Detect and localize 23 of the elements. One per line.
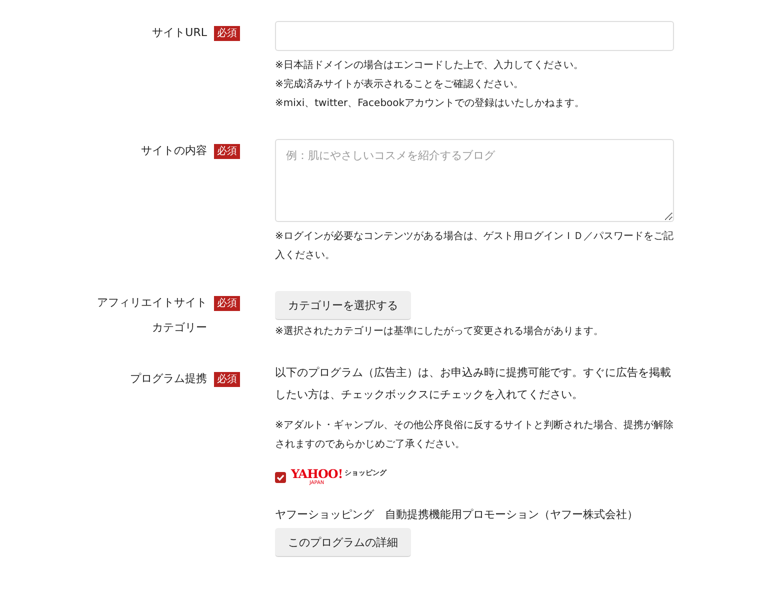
- note-text: ※日本語ドメインの場合はエンコードした上で、入力してください。: [275, 58, 584, 73]
- intro-text: 以下のプログラム（広告主）は、お申込み時に提携可能です。すぐに広告を掲載したい方は、チェックボックスにチェックを入れてください。: [275, 365, 672, 403]
- note-text: ※アダルト・ギャンブル、その他公序良俗に反するサイトと判断された場合、提携が解除されますのであらかじめご了承ください。: [275, 418, 674, 452]
- required-badge: 必須: [214, 372, 240, 387]
- note-text: ※選択されたカテゴリーは基準にしたがって変更される場合があります。: [275, 324, 604, 339]
- program-details-button[interactable]: このプログラムの詳細: [275, 528, 411, 557]
- required-badge: 必須: [214, 26, 240, 41]
- note-text: ※完成済みサイトが表示されることをご確認ください。: [275, 78, 524, 92]
- logo-text: YAHOO!: [291, 468, 343, 480]
- description-textarea[interactable]: 例：肌にやさしいコスメを紹介するブログ: [275, 139, 674, 222]
- url-input[interactable]: [275, 21, 674, 51]
- field-label: カテゴリー: [151, 320, 207, 336]
- program-name: ヤフーショッピング 自動提携機能用プロモーション（ヤフー株式会社）: [275, 508, 638, 522]
- field-label: アフィリエイトサイト: [96, 295, 207, 311]
- required-badge: 必須: [214, 296, 240, 311]
- required-badge: 必須: [214, 144, 240, 159]
- note-text: ※mixi、twitter、Facebookアカウントでの登録はいたしかねます。: [275, 97, 586, 111]
- field-label: サイトURL: [151, 25, 207, 41]
- field-label: サイトの内容: [140, 143, 207, 159]
- note-text: ※ログインが必要なコンテンツがある場合は、ゲスト用ログインＩＤ／パスワードをご記入ください。: [275, 230, 674, 263]
- program-checkbox[interactable]: [275, 472, 286, 482]
- field-label: プログラム提携: [129, 371, 207, 387]
- category-select-button[interactable]: カテゴリーを選択する: [275, 291, 411, 320]
